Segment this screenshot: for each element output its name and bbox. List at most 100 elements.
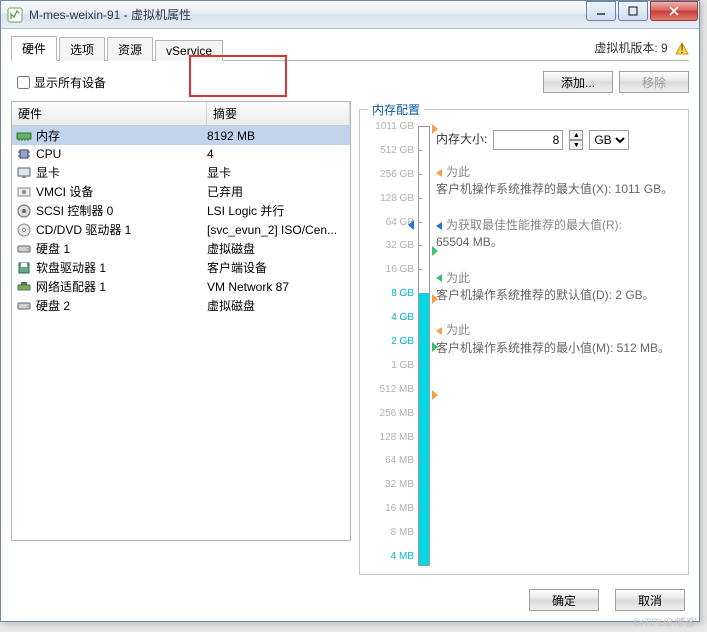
memory-recommendation: 为此客户机操作系统推荐的默认值(D): 2 GB。 (436, 270, 680, 305)
scale-label: 64 MB (385, 455, 414, 466)
scale-label: 4 MB (391, 551, 414, 562)
table-row[interactable]: 网络适配器 1VM Network 87 (12, 277, 350, 296)
minimize-button[interactable] (586, 1, 616, 21)
disk-icon (16, 298, 32, 314)
marker-max-guest-icon (432, 124, 438, 134)
desc-text: 客户机操作系统推荐的最小值(M): 512 MB。 (436, 341, 670, 355)
scale-label: 1 GB (391, 360, 414, 371)
memory-recommendation: 为获取最佳性能推荐的最大值(R): 65504 MB。 (436, 217, 680, 252)
hw-summary: 已弃用 (207, 183, 346, 200)
toolbar: 显示所有设备 添加... 移除 (11, 61, 689, 101)
table-row[interactable]: 软盘驱动器 1 客户端设备 (12, 258, 350, 277)
scale-label: 8 MB (391, 527, 414, 538)
scale-label: 2 GB (391, 336, 414, 347)
scale-label: 512 MB (380, 384, 414, 395)
table-row[interactable]: 内存 8192 MB (12, 126, 350, 145)
net-icon (16, 279, 32, 295)
hw-name: CD/DVD 驱动器 1 (36, 221, 131, 238)
maximize-button[interactable] (618, 1, 648, 21)
hw-summary: 4 (207, 147, 346, 161)
hw-name: CPU (36, 147, 61, 161)
table-row[interactable]: 显卡 显卡 (12, 163, 350, 182)
hw-name: VMCI 设备 (36, 183, 93, 200)
memory-size-input[interactable] (493, 130, 563, 150)
memory-scale: 1011 GB512 GB256 GB128 GB64 GB32 GB16 GB… (368, 126, 428, 566)
hw-name: 内存 (36, 127, 60, 144)
warning-icon: ! (675, 42, 689, 56)
col-header-hardware[interactable]: 硬件 (12, 102, 207, 125)
desc-text: 65504 MB。 (436, 235, 503, 249)
add-button-highlight (189, 55, 287, 97)
memory-size-spin-down[interactable]: ▼ (569, 140, 583, 150)
scale-label: 16 GB (386, 264, 414, 275)
titlebar[interactable]: M-mes-weixin-91 - 虚拟机属性 (1, 1, 699, 29)
remove-button[interactable]: 移除 (619, 71, 689, 93)
tab-hardware[interactable]: 硬件 (11, 36, 57, 61)
desc-label: 为此 (446, 271, 470, 285)
hw-summary: VM Network 87 (207, 280, 346, 294)
scale-label: 4 GB (391, 312, 414, 323)
svg-text:!: ! (680, 42, 683, 56)
table-row[interactable]: 硬盘 2虚拟磁盘 (12, 296, 350, 315)
show-all-devices-checkbox[interactable] (17, 76, 30, 89)
table-row[interactable]: CD/DVD 驱动器 1 [svc_evun_2] ISO/Cen... (12, 220, 350, 239)
hw-summary: 显卡 (207, 164, 346, 181)
add-button[interactable]: 添加... (543, 71, 613, 93)
show-all-devices-label: 显示所有设备 (34, 74, 106, 91)
memory-unit-select[interactable]: GB (589, 130, 629, 150)
desc-text: 客户机操作系统推荐的默认值(D): 2 GB。 (436, 288, 655, 302)
disk-icon (16, 241, 32, 257)
scale-label: 512 GB (380, 145, 414, 156)
marker-best-perf-icon (408, 220, 414, 230)
scale-label: 256 GB (380, 169, 414, 180)
desc-label: 为此 (446, 323, 470, 337)
hw-summary: 8192 MB (207, 129, 346, 143)
memory-recommendation: 为此客户机操作系统推荐的最大值(X): 1011 GB。 (436, 164, 680, 199)
desc-label: 为获取最佳性能推荐的最大值(R): (446, 218, 622, 232)
vm-properties-window: M-mes-weixin-91 - 虚拟机属性 硬件 选项 资源 vServic… (0, 0, 700, 622)
hw-summary: [svc_evun_2] ISO/Cen... (207, 223, 346, 237)
tab-vservice[interactable]: vService (155, 40, 223, 61)
hw-summary: 客户端设备 (207, 259, 346, 276)
table-row[interactable]: VMCI 设备 已弃用 (12, 182, 350, 201)
ok-button[interactable]: 确定 (529, 589, 599, 611)
watermark: ©ITPUB博客 (633, 614, 696, 630)
table-row[interactable]: CPU 4 (12, 145, 350, 163)
table-row[interactable]: 硬盘 1 虚拟磁盘 (12, 239, 350, 258)
scale-label: 8 GB (391, 288, 414, 299)
tab-row: 硬件 选项 资源 vService 虚拟机版本: 9 ! (11, 35, 689, 61)
scale-label: 32 GB (386, 240, 414, 251)
scale-label: 32 MB (385, 479, 414, 490)
hw-summary: LSI Logic 并行 (207, 202, 346, 219)
vmci-icon (16, 184, 32, 200)
tab-options[interactable]: 选项 (59, 37, 105, 61)
marker-current-green-icon (432, 342, 438, 352)
memory-size-spin-up[interactable]: ▲ (569, 130, 583, 140)
hw-name: 软盘驱动器 1 (36, 259, 106, 276)
scale-label: 1011 GB (375, 121, 414, 132)
cd-icon (16, 222, 32, 238)
floppy-icon (16, 260, 32, 276)
marker-lower-orange-icon (432, 390, 438, 400)
memory-config-legend: 内存配置 (368, 101, 424, 118)
memory-config-group: 内存配置 1011 GB512 GB256 GB128 GB64 GB32 GB… (359, 101, 689, 575)
hardware-table: 硬件 摘要 内存 8192 MB CPU 4 显卡 显卡 VMCI 设备 已弃用SCSI 控制… (11, 101, 351, 541)
scsi-icon (16, 203, 32, 219)
cpu-icon (16, 146, 32, 162)
close-button[interactable] (650, 1, 698, 21)
memory-recommendation: 为此客户机操作系统推荐的最小值(M): 512 MB。 (436, 322, 680, 357)
marker-min-guest-icon (432, 294, 438, 304)
cancel-button[interactable]: 取消 (615, 589, 685, 611)
vm-version-label: 虚拟机版本: 9 ! (594, 39, 689, 60)
mem-icon (16, 128, 32, 144)
tab-resources[interactable]: 资源 (107, 37, 153, 61)
hw-name: 显卡 (36, 164, 60, 181)
hw-name: 硬盘 1 (36, 240, 70, 257)
hw-summary: 虚拟磁盘 (207, 240, 346, 257)
table-row[interactable]: SCSI 控制器 0LSI Logic 并行 (12, 201, 350, 220)
marker-default-icon (432, 246, 438, 256)
scale-label: 128 MB (380, 432, 414, 443)
desc-label: 为此 (446, 165, 470, 179)
col-header-summary[interactable]: 摘要 (207, 102, 350, 125)
hw-name: 硬盘 2 (36, 297, 70, 314)
